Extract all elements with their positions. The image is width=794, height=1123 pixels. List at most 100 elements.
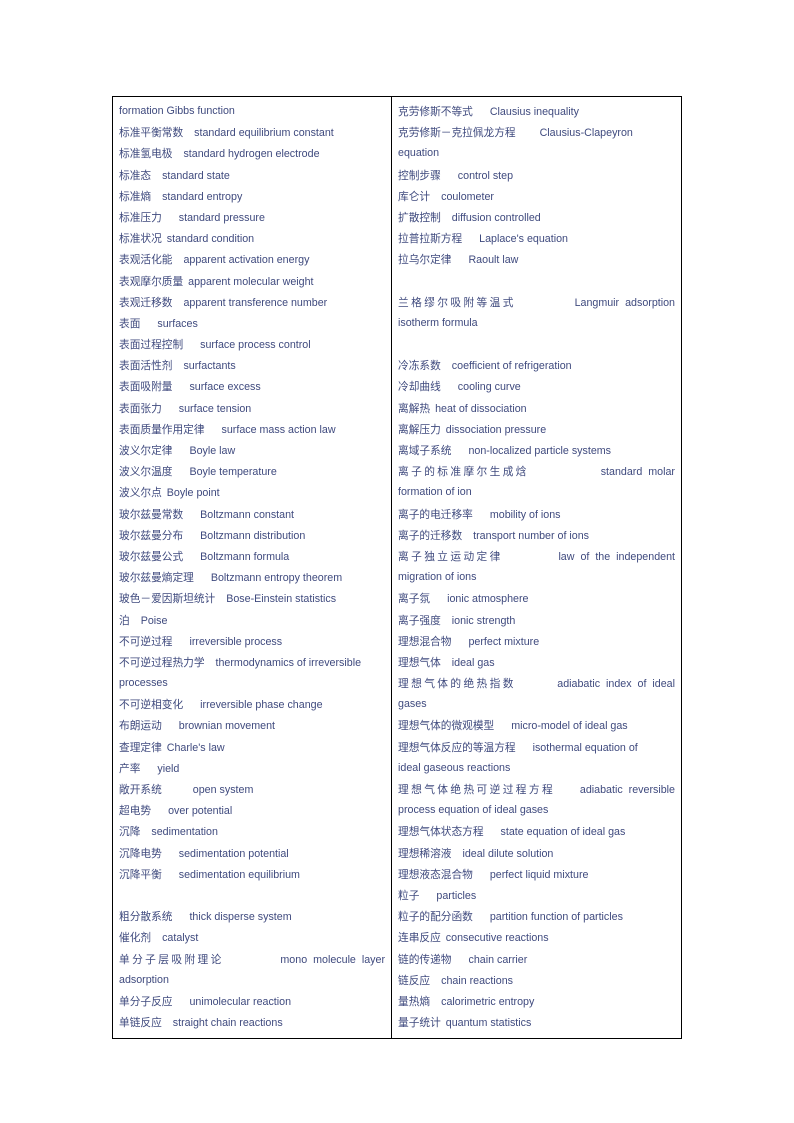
glossary-entry: 克劳修斯不等式 Clausius inequality bbox=[398, 101, 675, 122]
glossary-term-cn: 理想混合物 bbox=[398, 634, 452, 648]
glossary-entry: 冷却曲线 cooling curve bbox=[398, 376, 675, 397]
glossary-entry: 离域子系统 non-localized particle systems bbox=[398, 440, 675, 461]
glossary-term-en: isothermal equation of bbox=[532, 741, 638, 754]
page: formation Gibbs function 标准平衡常数 standard … bbox=[0, 0, 794, 1123]
glossary-term-en: process equation of ideal gases bbox=[398, 804, 549, 817]
glossary-entry: 玻尔兹曼熵定理 Boltzmann entropy theorem bbox=[119, 567, 385, 588]
glossary-term-cn: 玻尔兹曼熵定理 bbox=[119, 571, 194, 585]
glossary-term-en: yield bbox=[157, 762, 180, 775]
glossary-entry: 表观活化能 apparent activation energy bbox=[119, 249, 385, 270]
glossary-term-cn: 标准态 bbox=[119, 168, 152, 182]
glossary-term-en: standard state bbox=[162, 169, 230, 182]
glossary-entry: 表面过程控制 surface process control bbox=[119, 334, 385, 355]
glossary-term-cn: 表面 bbox=[119, 316, 141, 330]
glossary-entry: 标准状况 standard condition bbox=[119, 228, 385, 249]
glossary-term-en: formation Gibbs function bbox=[119, 105, 235, 117]
glossary-term-cn: 克劳修斯不等式 bbox=[398, 105, 473, 118]
glossary-term-en: ionic strength bbox=[451, 614, 516, 627]
glossary-term-cn: 理想气体 bbox=[398, 655, 441, 669]
glossary-term-cn: 不可逆相变化 bbox=[119, 698, 184, 712]
glossary-term-en: mobility of ions bbox=[489, 508, 561, 521]
glossary-term-cn: 表面质量作用定律 bbox=[119, 422, 205, 436]
glossary-entry: 玻尔兹曼公式 Boltzmann formula bbox=[119, 546, 385, 567]
glossary-term-cn: 不可逆过程热力学 bbox=[119, 655, 205, 669]
glossary-term-cn: 波义尔定律 bbox=[119, 444, 173, 457]
glossary-entry: 标准氢电极 standard hydrogen electrode bbox=[119, 143, 385, 164]
glossary-term-cn: 克劳修斯－克拉佩龙方程 bbox=[398, 126, 516, 140]
glossary-term-en: Poise bbox=[140, 614, 168, 627]
glossary-term-en: heat of dissociation bbox=[435, 402, 527, 415]
glossary-term-en: dissociation pressure bbox=[445, 423, 547, 436]
glossary-entry: 单分子层吸附理论 mono molecule layer bbox=[119, 949, 385, 970]
glossary-entry: 扩散控制 diffusion controlled bbox=[398, 207, 675, 228]
glossary-term-en: processes bbox=[119, 677, 168, 690]
glossary-term-en: apparent transference number bbox=[183, 296, 328, 309]
glossary-entry: 标准平衡常数 standard equilibrium constant bbox=[119, 122, 385, 143]
glossary-term-cn: 离子独立运动定律 bbox=[398, 549, 503, 563]
glossary-entry: 沉降平衡 sedimentation equilibrium bbox=[119, 864, 385, 885]
glossary-term-cn: 理想稀溶液 bbox=[398, 846, 452, 860]
glossary-term-cn: 冷冻系数 bbox=[398, 359, 441, 373]
glossary-term-en: isotherm formula bbox=[398, 316, 478, 329]
glossary-term-cn: 离解压力 bbox=[398, 422, 441, 436]
glossary-entry: 离子的标准摩尔生成焓 standard molar bbox=[398, 461, 675, 482]
glossary-term-en: thermodynamics of irreversible bbox=[215, 656, 362, 669]
glossary-term-en: standard equilibrium constant bbox=[194, 127, 334, 140]
glossary-entry-continuation: formation of ion bbox=[398, 482, 675, 503]
glossary-term-en: catalyst bbox=[162, 932, 199, 945]
glossary-term-cn: 理想气体绝热可逆过程方程 bbox=[398, 783, 556, 796]
glossary-term-cn: 沉降 bbox=[119, 825, 141, 839]
glossary-term-en: Langmuir adsorption bbox=[574, 296, 675, 309]
glossary-term-en: thick disperse system bbox=[189, 911, 292, 924]
glossary-term-en: cooling curve bbox=[457, 381, 521, 394]
glossary-term-en: quantum statistics bbox=[445, 1017, 532, 1030]
glossary-term-cn: 离子的电迁移率 bbox=[398, 507, 473, 521]
glossary-term-cn: 理想气体状态方程 bbox=[398, 825, 484, 839]
glossary-entry: 表面质量作用定律 surface mass action law bbox=[119, 419, 385, 440]
glossary-entry: 玻色－爱因斯坦统计 Bose-Einstein statistics bbox=[119, 588, 385, 609]
glossary-column-right: 克劳修斯不等式 Clausius inequality 克劳修斯－克拉佩龙方程 C… bbox=[392, 97, 681, 1038]
glossary-term-en: control step bbox=[457, 169, 514, 182]
glossary-term-en: apparent molecular weight bbox=[188, 275, 314, 288]
glossary-term-cn: 离子氛 bbox=[398, 592, 431, 606]
glossary-term-en: irreversible phase change bbox=[200, 699, 323, 712]
glossary-term-cn: 标准平衡常数 bbox=[119, 126, 184, 140]
glossary-term-en: adiabatic reversible bbox=[579, 784, 675, 796]
glossary-term-en: surface tension bbox=[178, 402, 252, 415]
glossary-term-en: state equation of ideal gas bbox=[500, 826, 626, 839]
glossary-entry: 标准压力 standard pressure bbox=[119, 207, 385, 228]
glossary-term-en: coulometer bbox=[441, 190, 494, 203]
glossary-entry: 玻尔兹曼分布 Boltzmann distribution bbox=[119, 525, 385, 546]
glossary-term-cn: 标准熵 bbox=[119, 189, 152, 203]
glossary-term-cn: 标准状况 bbox=[119, 232, 162, 246]
glossary-term-en: standard hydrogen electrode bbox=[183, 148, 320, 161]
glossary-term-cn: 理想液态混合物 bbox=[398, 867, 473, 881]
glossary-entry: 敞开系统 open system bbox=[119, 779, 385, 800]
glossary-term-cn: 离子的迁移数 bbox=[398, 528, 463, 542]
glossary-entry: 量子统计 quantum statistics bbox=[398, 1012, 675, 1033]
glossary-term-cn: 不可逆过程 bbox=[119, 634, 173, 648]
glossary-term-en: sedimentation potential bbox=[178, 847, 289, 860]
glossary-entry: 库仑计 coulometer bbox=[398, 186, 675, 207]
glossary-entry: 量热熵 calorimetric entropy bbox=[398, 991, 675, 1012]
glossary-entry-continuation: processes bbox=[119, 673, 385, 694]
glossary-term-cn: 量子统计 bbox=[398, 1016, 441, 1030]
glossary-term-en: sedimentation bbox=[151, 826, 218, 839]
glossary-term-en: ideal dilute solution bbox=[462, 847, 554, 860]
glossary-entry: 不可逆过程 irreversible process bbox=[119, 631, 385, 652]
glossary-entry: 表面 surfaces bbox=[119, 313, 385, 334]
glossary-entry: formation Gibbs function bbox=[119, 101, 385, 122]
glossary-term-cn: 离域子系统 bbox=[398, 444, 452, 457]
glossary-entry-continuation: process equation of ideal gases bbox=[398, 800, 675, 821]
glossary-entry: 表面活性剂 surfactants bbox=[119, 355, 385, 376]
glossary-term-cn: 粒子 bbox=[398, 888, 420, 902]
glossary-entry: 粗分散系统 thick disperse system bbox=[119, 906, 385, 927]
glossary-term-cn: 粒子的配分函数 bbox=[398, 910, 473, 924]
glossary-term-cn: 连串反应 bbox=[398, 931, 441, 945]
glossary-term-cn: 单分子层吸附理论 bbox=[119, 952, 224, 966]
glossary-term-en: law of the independent bbox=[558, 550, 675, 563]
glossary-entry: 粒子的配分函数 partition function of particles bbox=[398, 906, 675, 927]
glossary-term-en: brownian movement bbox=[178, 720, 276, 733]
